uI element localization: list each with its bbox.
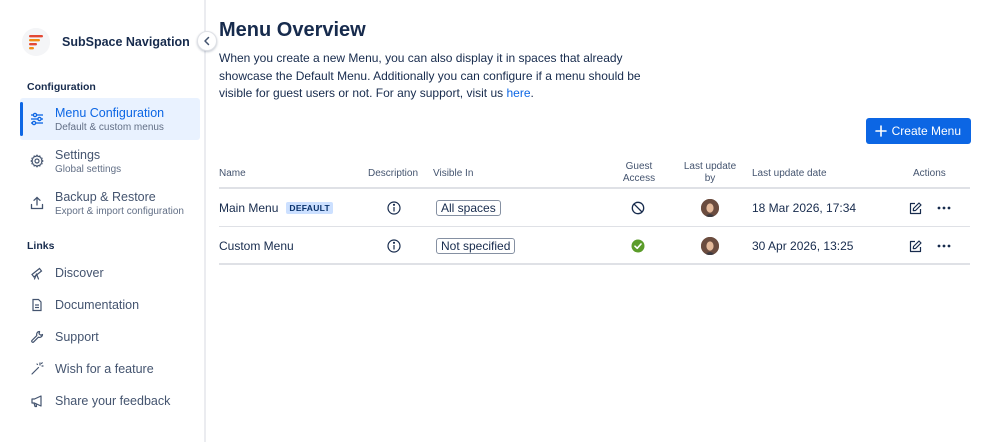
cell-last-update-by: [701, 189, 719, 227]
description-info-button[interactable]: [386, 227, 402, 265]
sidebar-item-documentation[interactable]: Documentation: [20, 294, 200, 316]
table-row: Custom Menu Not specified 30 Apr 2026, 1…: [219, 227, 970, 265]
cell-last-update-date: 18 Mar 2026, 17:34: [752, 201, 857, 215]
cell-name: Custom Menu: [219, 227, 294, 265]
check-circle-icon: [631, 239, 645, 253]
upload-icon: [29, 195, 45, 211]
intro-end: .: [530, 86, 534, 100]
sidebar-item-backup-restore[interactable]: Backup & Restore Export & import configu…: [20, 183, 200, 223]
header-name: Name: [219, 168, 246, 179]
header-last-update-by: Last update by: [679, 161, 741, 185]
header-last-update-date: Last update date: [752, 168, 827, 179]
intro-paragraph: When you create a new Menu, you can also…: [219, 50, 674, 103]
visible-in-tag: Not specified: [436, 238, 516, 254]
sliders-icon: [29, 111, 45, 127]
avatar[interactable]: [701, 237, 719, 255]
header-guest-access-line1: Guest: [625, 161, 653, 172]
create-menu-label: Create Menu: [891, 124, 961, 138]
sidebar-item-wish-feature[interactable]: Wish for a feature: [20, 358, 200, 380]
wrench-icon: [29, 329, 45, 345]
table-header: Name Description Visible In Guest Access…: [219, 158, 970, 189]
default-badge: DEFAULT: [286, 202, 334, 214]
support-link[interactable]: here: [506, 86, 530, 100]
cell-name: Main Menu DEFAULT: [219, 189, 334, 227]
sidebar-item-title: Menu Configuration: [55, 105, 165, 120]
header-description: Description: [368, 168, 419, 179]
header-guest-access-line2: Access: [622, 173, 656, 184]
create-menu-button[interactable]: Create Menu: [865, 118, 971, 144]
edit-button[interactable]: [908, 227, 922, 265]
plus-icon: [874, 125, 892, 137]
sidebar-item-support[interactable]: Support: [20, 326, 200, 348]
gear-icon: [29, 153, 45, 169]
page-title: Menu Overview: [219, 19, 366, 41]
header-visible-in: Visible In: [433, 168, 474, 179]
sidebar-item-discover[interactable]: Discover: [20, 262, 200, 284]
sidebar-item-subtitle: Global settings: [55, 163, 122, 175]
document-icon: [29, 297, 45, 313]
edit-button[interactable]: [908, 189, 922, 227]
header-guest-access: Guest Access: [618, 161, 660, 185]
cell-visible-in: All spaces: [436, 189, 501, 227]
visible-in-tag: All spaces: [436, 200, 501, 216]
edit-icon: [909, 201, 922, 215]
menu-name: Main Menu: [219, 201, 279, 215]
header-last-update-by-line2: by: [704, 173, 716, 184]
sidebar-item-title: Wish for a feature: [55, 362, 154, 376]
info-icon: [387, 239, 401, 253]
sidebar-item-title: Discover: [55, 266, 104, 280]
sidebar-item-title: Settings: [55, 147, 101, 162]
menus-table: Name Description Visible In Guest Access…: [219, 158, 970, 265]
sidebar-item-title: Share your feedback: [55, 394, 171, 408]
collapse-sidebar-button[interactable]: [197, 31, 217, 51]
menu-name: Custom Menu: [219, 239, 294, 253]
sidebar-item-feedback[interactable]: Share your feedback: [20, 390, 200, 412]
more-actions-button[interactable]: [936, 227, 952, 265]
cell-last-update-by: [701, 227, 719, 265]
sidebar: SubSpace Navigation Configuration Menu C…: [0, 0, 206, 442]
more-actions-button[interactable]: [936, 189, 952, 227]
more-horizontal-icon: [937, 244, 951, 248]
intro-text: When you create a new Menu, you can also…: [219, 51, 641, 100]
sidebar-item-title: Support: [55, 330, 99, 344]
header-last-update-by-line1: Last update: [683, 161, 737, 172]
cell-last-update-date: 30 Apr 2026, 13:25: [752, 239, 854, 253]
description-info-button[interactable]: [386, 189, 402, 227]
sidebar-item-title: Documentation: [55, 298, 140, 312]
edit-icon: [909, 239, 922, 253]
section-label-configuration: Configuration: [27, 81, 96, 93]
avatar[interactable]: [701, 199, 719, 217]
app-title: SubSpace Navigation: [62, 35, 190, 49]
brand: SubSpace Navigation: [22, 28, 190, 56]
chevron-left-icon: [203, 36, 211, 46]
table-row: Main Menu DEFAULT All spaces 18 Mar 2026…: [219, 189, 970, 227]
cell-visible-in: Not specified: [436, 227, 516, 265]
megaphone-icon: [29, 393, 45, 409]
more-horizontal-icon: [937, 206, 951, 210]
sidebar-item-settings[interactable]: Settings Global settings: [20, 141, 200, 181]
sidebar-item-title: Backup & Restore: [55, 189, 156, 204]
header-actions: Actions: [913, 168, 946, 179]
sidebar-item-subtitle: Export & import configuration: [55, 205, 184, 217]
telescope-icon: [29, 265, 45, 281]
app-logo: [22, 28, 50, 56]
section-label-links: Links: [27, 240, 55, 252]
info-icon: [387, 201, 401, 215]
magic-wand-icon: [29, 361, 45, 377]
sidebar-item-subtitle: Default & custom menus: [55, 121, 164, 133]
sidebar-item-menu-configuration[interactable]: Menu Configuration Default & custom menu…: [20, 98, 200, 140]
cell-guest-access: [631, 189, 647, 227]
denied-icon: [631, 201, 645, 215]
cell-guest-access: [631, 227, 647, 265]
